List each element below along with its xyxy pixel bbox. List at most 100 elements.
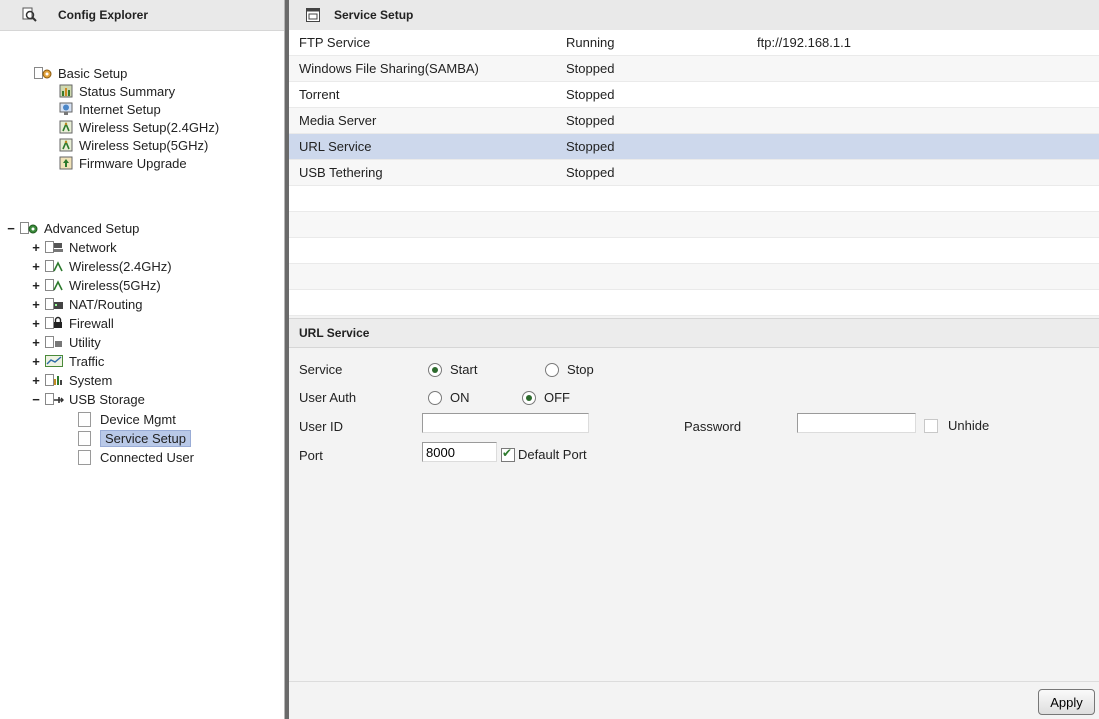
collapse-icon[interactable]: −: [31, 392, 41, 407]
tree-usb-storage[interactable]: − USB Storage: [31, 390, 145, 408]
radio-selected-icon: [428, 362, 442, 377]
service-row-selected[interactable]: URL Service Stopped: [289, 134, 1099, 160]
expand-icon[interactable]: +: [31, 335, 41, 350]
internet-icon: [59, 102, 75, 116]
tree-label: Service Setup: [100, 429, 191, 447]
service-status: Stopped: [566, 165, 615, 180]
status-icon: [59, 84, 75, 98]
password-input[interactable]: [797, 413, 916, 433]
service-name: USB Tethering: [299, 165, 383, 180]
window-icon: [306, 8, 320, 22]
wireless-folder-icon: [45, 259, 65, 273]
tree-firmware-upgrade[interactable]: Firmware Upgrade: [59, 154, 187, 172]
tree-label: Basic Setup: [58, 65, 128, 81]
tree-basic-setup[interactable]: Basic Setup: [34, 64, 127, 82]
tree-wireless-5[interactable]: + Wireless(5GHz): [31, 276, 161, 294]
service-name: Torrent: [299, 87, 340, 102]
expand-icon[interactable]: +: [31, 278, 41, 293]
usb-folder-icon: [45, 392, 65, 406]
service-stop-radio[interactable]: Stop: [545, 362, 594, 377]
checkbox-checked-icon: [501, 446, 515, 462]
config-explorer-pane: Config Explorer Basic Setup Status Summa…: [0, 0, 284, 719]
traffic-chart-icon: [45, 354, 65, 368]
tree-wireless-setup-5[interactable]: Wireless Setup(5GHz): [59, 136, 208, 154]
network-folder-icon: [45, 240, 65, 254]
expand-icon[interactable]: +: [31, 316, 41, 331]
utility-folder-icon: [45, 335, 65, 349]
service-row[interactable]: Windows File Sharing(SAMBA) Stopped: [289, 56, 1099, 82]
service-setup-header: Service Setup: [289, 0, 1099, 31]
tree-connected-user[interactable]: Connected User: [78, 448, 194, 466]
service-row[interactable]: FTP Service Running ftp://192.168.1.1: [289, 30, 1099, 56]
lock-folder-icon: [45, 316, 65, 330]
empty-row: [289, 290, 1099, 316]
service-row[interactable]: Media Server Stopped: [289, 108, 1099, 134]
tree-status-summary[interactable]: Status Summary: [59, 82, 175, 100]
radio-label: ON: [450, 390, 470, 405]
router-folder-icon: [45, 297, 65, 311]
tree-internet-setup[interactable]: Internet Setup: [59, 100, 161, 118]
service-setup-pane: Service Setup FTP Service Running ftp://…: [289, 0, 1099, 719]
expand-icon[interactable]: +: [31, 297, 41, 312]
user-auth-on-radio[interactable]: ON: [428, 390, 470, 405]
expand-icon[interactable]: +: [31, 259, 41, 274]
tree-advanced-setup[interactable]: − Advanced Setup: [6, 219, 139, 237]
service-row[interactable]: Torrent Stopped: [289, 82, 1099, 108]
radio-empty-icon: [545, 362, 559, 377]
port-input[interactable]: [422, 442, 497, 462]
user-auth-off-radio[interactable]: OFF: [522, 390, 570, 405]
checkbox-empty-icon: [924, 418, 938, 433]
user-id-label: User ID: [299, 419, 344, 434]
service-name: FTP Service: [299, 35, 371, 50]
service-setup-title: Service Setup: [334, 8, 414, 22]
tree-traffic[interactable]: + Traffic: [31, 352, 104, 370]
service-name: Windows File Sharing(SAMBA): [299, 61, 479, 76]
user-auth-label: User Auth: [299, 390, 357, 405]
tree-label: Firewall: [69, 315, 114, 331]
service-start-radio[interactable]: Start: [428, 362, 477, 377]
tree-wireless-setup-24[interactable]: Wireless Setup(2.4GHz): [59, 118, 219, 136]
empty-row: [289, 264, 1099, 290]
default-port-checkbox[interactable]: Default Port: [501, 446, 587, 462]
tree-utility[interactable]: + Utility: [31, 333, 101, 351]
tree-label: System: [69, 372, 113, 388]
tree-label: Utility: [69, 334, 101, 350]
tree-nat-routing[interactable]: + NAT/Routing: [31, 295, 142, 313]
tree-label: Wireless(5GHz): [69, 277, 161, 293]
tree-system[interactable]: + System: [31, 371, 112, 389]
tree-device-mgmt[interactable]: Device Mgmt: [78, 410, 176, 428]
user-id-input[interactable]: [422, 413, 589, 433]
service-list: FTP Service Running ftp://192.168.1.1 Wi…: [289, 30, 1099, 316]
service-name: URL Service: [299, 139, 372, 154]
expand-icon[interactable]: +: [31, 240, 41, 255]
tree-wireless-24[interactable]: + Wireless(2.4GHz): [31, 257, 171, 275]
expand-icon[interactable]: +: [31, 354, 41, 369]
empty-row: [289, 212, 1099, 238]
service-status: Running: [566, 35, 615, 50]
wireless-folder-icon: [45, 278, 65, 292]
tree-label: Connected User: [100, 449, 194, 465]
service-url: ftp://192.168.1.1: [757, 35, 851, 50]
service-row[interactable]: USB Tethering Stopped: [289, 160, 1099, 186]
system-folder-icon: [45, 373, 65, 387]
wireless-icon: [59, 138, 75, 152]
tree-service-setup[interactable]: Service Setup: [78, 429, 191, 447]
radio-label: OFF: [544, 390, 570, 405]
url-service-header: URL Service: [289, 318, 1099, 348]
apply-button[interactable]: Apply: [1038, 689, 1095, 715]
tree-network[interactable]: + Network: [31, 238, 117, 256]
page-icon: [78, 449, 91, 465]
tree-firewall[interactable]: + Firewall: [31, 314, 114, 332]
wireless-icon: [59, 120, 75, 134]
password-label: Password: [684, 419, 742, 434]
firmware-icon: [59, 156, 75, 170]
collapse-icon[interactable]: −: [6, 221, 16, 236]
unhide-checkbox[interactable]: Unhide: [924, 418, 989, 433]
tree-label: Network: [69, 239, 117, 255]
url-service-title: URL Service: [299, 326, 370, 340]
tree-label: Device Mgmt: [100, 411, 176, 427]
tree-label: Internet Setup: [79, 101, 161, 117]
checkbox-label: Unhide: [948, 418, 990, 433]
expand-icon[interactable]: +: [31, 373, 41, 388]
service-status: Stopped: [566, 139, 615, 154]
